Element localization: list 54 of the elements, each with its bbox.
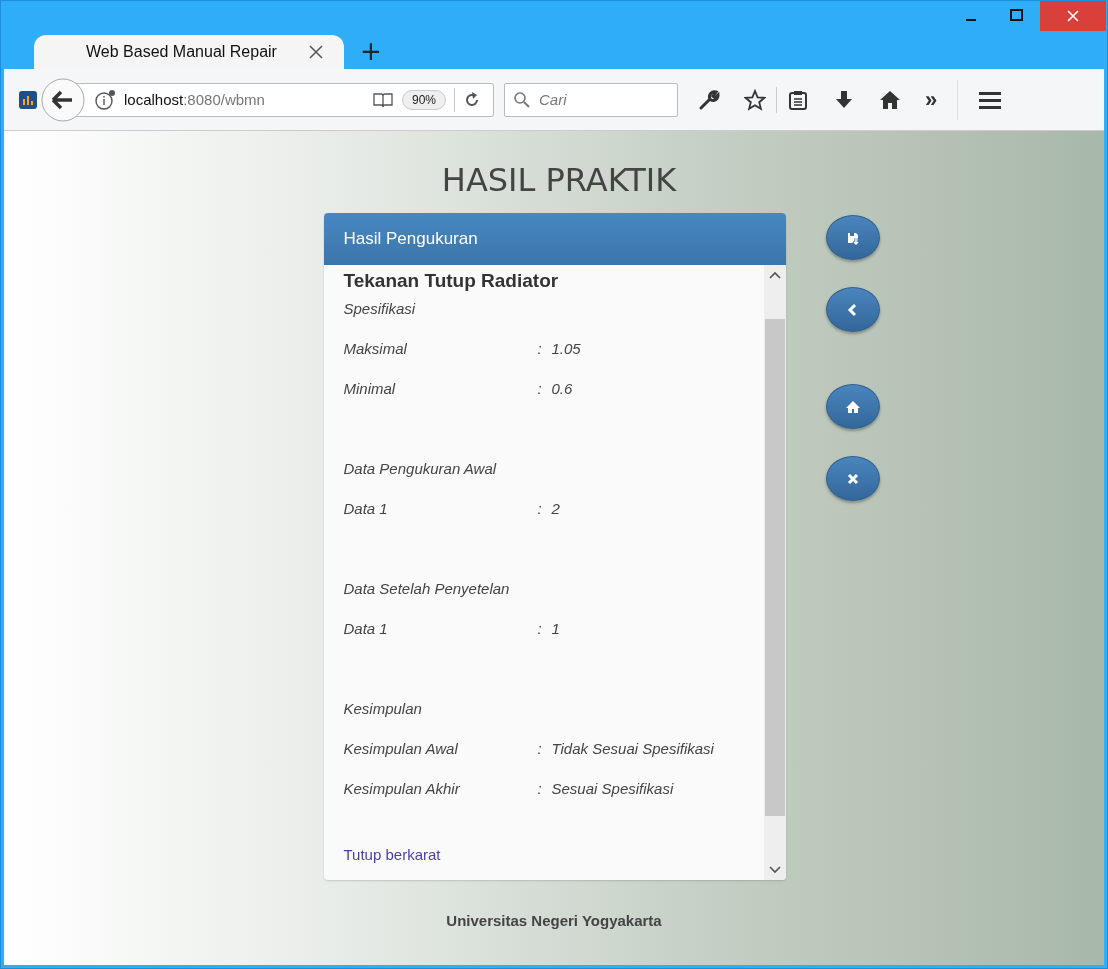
field-value: 2 xyxy=(551,499,560,519)
note-link[interactable]: Tutup berkarat xyxy=(343,846,441,863)
separator-text: : xyxy=(537,739,543,759)
field-label: Data 1 xyxy=(343,499,389,519)
field-value: Sesuai Spesifikasi xyxy=(551,779,674,799)
scroll-thumb[interactable] xyxy=(764,319,785,816)
separator-text: : xyxy=(537,339,543,359)
home-icon[interactable] xyxy=(879,88,901,111)
group-title: Kesimpulan xyxy=(343,699,423,719)
scroll-up-icon[interactable] xyxy=(768,271,781,279)
star-icon[interactable] xyxy=(744,88,766,111)
group-title: Spesifikasi xyxy=(343,299,417,319)
browser-tab[interactable]: Web Based Manual Repair xyxy=(34,35,344,69)
clipboard-icon[interactable] xyxy=(787,88,809,111)
new-tab-button[interactable]: + xyxy=(354,37,388,65)
panel-header: Hasil Pengukuran xyxy=(323,213,786,265)
reader-icon[interactable] xyxy=(371,90,394,109)
field-label: Kesimpulan Awal xyxy=(343,739,459,759)
group-title: Data Setelah Penyetelan xyxy=(343,579,511,599)
field-label: Data 1 xyxy=(343,619,389,639)
app-icon[interactable] xyxy=(18,89,38,110)
separator-text: : xyxy=(537,619,543,639)
close-button[interactable] xyxy=(825,456,880,501)
save-button[interactable] xyxy=(825,215,880,260)
search-icon xyxy=(513,90,531,109)
address-field[interactable]: localhost:8080/wbmn xyxy=(124,90,364,109)
section-heading: Tekanan Tutup Radiator xyxy=(343,269,560,293)
scrollbar[interactable] xyxy=(763,265,786,880)
group-title: Data Pengukuran Awal xyxy=(343,459,498,479)
zoom-level-button[interactable]: 90% xyxy=(401,89,446,110)
overflow-button[interactable]: » xyxy=(925,86,938,113)
field-value: 0.6 xyxy=(551,379,573,399)
field-value: Tidak Sesuai Spesifikasi xyxy=(551,739,714,759)
back-button[interactable] xyxy=(825,287,880,332)
separator-text: : xyxy=(537,779,543,799)
footer-text: Universitas Negeri Yogyakarta xyxy=(446,912,662,929)
scroll-down-icon[interactable] xyxy=(768,866,781,874)
field-label: Kesimpulan Akhir xyxy=(343,779,461,799)
field-label: Minimal xyxy=(343,379,397,399)
tab-title: Web Based Manual Repair xyxy=(86,43,277,61)
reload-icon[interactable] xyxy=(463,90,481,109)
separator-text: : xyxy=(537,379,543,399)
field-value: 1 xyxy=(551,619,560,639)
wrench-icon[interactable] xyxy=(698,88,720,111)
close-icon[interactable] xyxy=(308,44,324,60)
field-value: 1.05 xyxy=(551,339,581,359)
url-text: localhost:8080/wbmn xyxy=(124,90,265,108)
search-field[interactable]: Cari xyxy=(504,82,678,117)
separator-text: : xyxy=(537,499,543,519)
info-icon[interactable] xyxy=(94,88,116,111)
field-label: Maksimal xyxy=(343,339,408,359)
back-icon[interactable] xyxy=(40,76,86,123)
page-title: HASIL PRAKTIK xyxy=(440,161,677,199)
home-button[interactable] xyxy=(825,384,880,429)
